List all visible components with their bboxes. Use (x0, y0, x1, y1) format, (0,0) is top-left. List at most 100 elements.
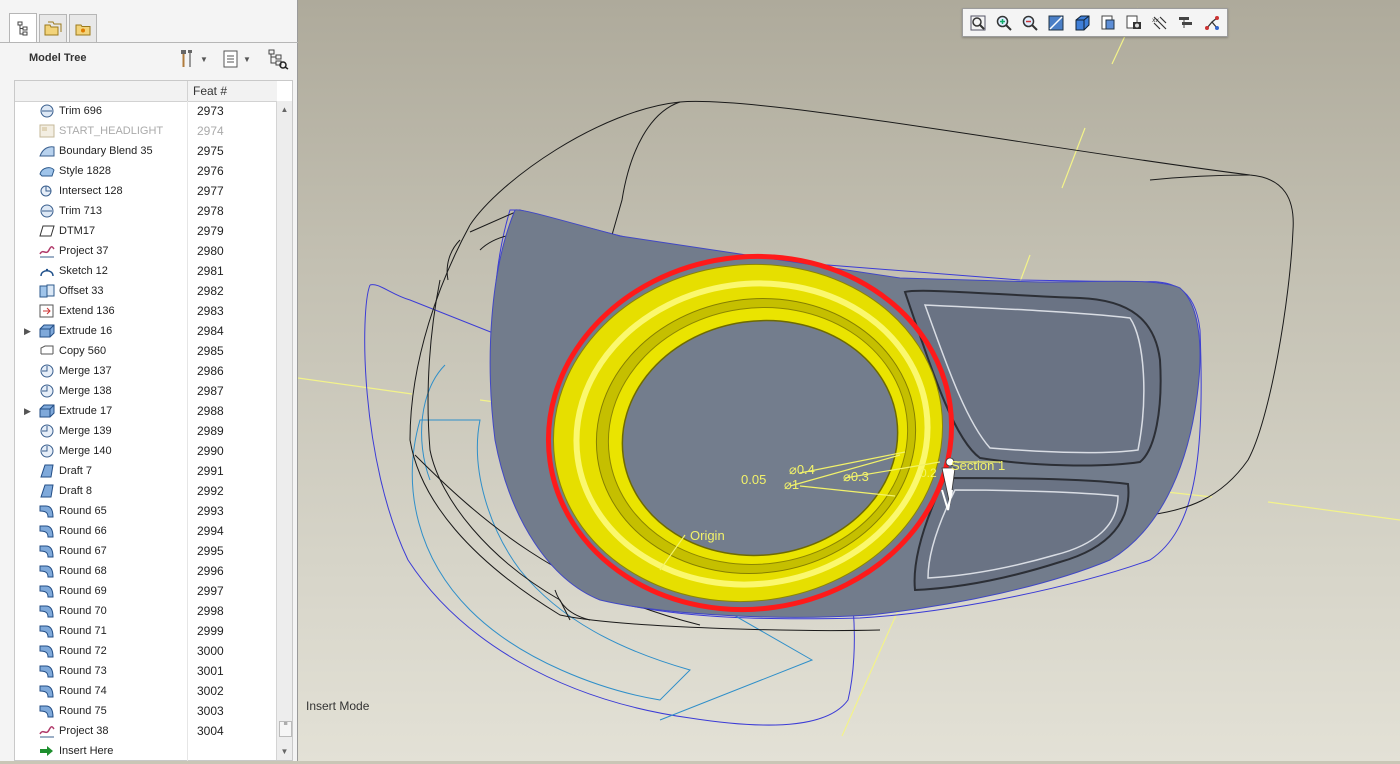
model-tree: Feat # Trim 696 2973 START_HEADLIGHT 2974 Bo… (14, 80, 293, 761)
dimension-label[interactable]: 0.05 (741, 472, 766, 487)
tree-row[interactable]: ▶ Extrude 16 2984 (15, 321, 277, 341)
tab-folder-browser[interactable] (39, 14, 67, 42)
tree-row[interactable]: Merge 138 2987 (15, 381, 277, 401)
feature-name: Merge 137 (59, 365, 112, 377)
saved-orientations-button[interactable] (1096, 12, 1120, 34)
sketch-icon (39, 264, 55, 278)
tree-row[interactable]: Round 65 2993 (15, 501, 277, 521)
feature-number: 2995 (197, 544, 224, 558)
scroll-down-icon[interactable]: ▼ (279, 746, 290, 757)
round-icon (39, 644, 55, 658)
tree-row[interactable]: Intersect 128 2977 (15, 181, 277, 201)
tree-row[interactable]: Round 69 2997 (15, 581, 277, 601)
zoom-out-button[interactable] (1018, 12, 1042, 34)
feature-name: Intersect 128 (59, 185, 123, 197)
tree-filters-button[interactable] (266, 48, 290, 70)
tree-row[interactable]: Project 38 3004 (15, 721, 277, 741)
feature-number: 2977 (197, 184, 224, 198)
feature-number: 2976 (197, 164, 224, 178)
tree-row[interactable]: Round 73 3001 (15, 661, 277, 681)
dimension-label[interactable]: 0.2 (920, 466, 937, 480)
tree-row[interactable]: Merge 137 2986 (15, 361, 277, 381)
feature-name: Project 38 (59, 725, 109, 737)
feature-name: Extend 136 (59, 305, 115, 317)
tree-row[interactable]: Offset 33 2982 (15, 281, 277, 301)
tree-row[interactable]: Style 1828 2976 (15, 161, 277, 181)
tree-row[interactable]: Trim 713 2978 (15, 201, 277, 221)
project-icon (39, 724, 55, 738)
tree-row[interactable]: Round 74 3002 (15, 681, 277, 701)
feature-number: 2979 (197, 224, 224, 238)
tree-row[interactable]: Copy 560 2985 (15, 341, 277, 361)
round-icon (39, 504, 55, 518)
expand-arrow-icon[interactable]: ▶ (24, 321, 31, 341)
show-dropdown[interactable]: ▼ (222, 48, 251, 70)
tree-row[interactable]: Round 75 3003 (15, 701, 277, 721)
origin-label[interactable]: Origin (690, 528, 725, 543)
graphics-viewport[interactable]: Section 1 Origin 0.05 ⌀0.4 ⌀1 ⌀0.3 0.2 x… (298, 0, 1400, 761)
model-tree-icon (17, 21, 28, 35)
tree-row[interactable]: Round 70 2998 (15, 601, 277, 621)
extrude-icon (39, 324, 55, 338)
refit-button[interactable] (966, 12, 990, 34)
tree-row[interactable]: Project 37 2980 (15, 241, 277, 261)
feature-number: 2978 (197, 204, 224, 218)
tree-row[interactable]: ▶ Extrude 17 2988 (15, 401, 277, 421)
model-tree-title: Model Tree (29, 52, 87, 64)
tree-row[interactable]: Round 67 2995 (15, 541, 277, 561)
refit-icon (970, 15, 986, 30)
scroll-grip-icon[interactable]: ≡ (279, 721, 292, 737)
offset-icon (39, 284, 55, 298)
repaint-button[interactable] (1044, 12, 1068, 34)
zoom-in-button[interactable] (992, 12, 1016, 34)
expand-arrow-icon[interactable]: ▶ (24, 401, 31, 421)
column-header: Feat # (15, 81, 277, 102)
datum-display-button[interactable]: xx (1148, 12, 1172, 34)
round-icon (39, 704, 55, 718)
tree-row[interactable]: Round 71 2999 (15, 621, 277, 641)
intersect-icon (39, 184, 55, 198)
trim-icon (39, 204, 55, 218)
scroll-up-icon[interactable]: ▲ (279, 104, 290, 115)
feature-number: 2983 (197, 304, 224, 318)
view-manager-button[interactable] (1122, 12, 1146, 34)
tab-favorites[interactable] (69, 14, 97, 42)
tree-row[interactable]: Round 66 2994 (15, 521, 277, 541)
annotation-display-button[interactable] (1174, 12, 1198, 34)
feature-number: 2975 (197, 144, 224, 158)
merge-icon (39, 364, 55, 378)
tree-row[interactable]: Trim 696 2973 (15, 101, 277, 121)
layout-icon (39, 124, 55, 138)
tree-row[interactable]: Round 68 2996 (15, 561, 277, 581)
dimension-label[interactable]: ⌀1 (784, 477, 799, 493)
vertical-scrollbar[interactable]: ▲ ≡ ▼ (276, 101, 292, 760)
tree-row[interactable]: Sketch 12 2981 (15, 261, 277, 281)
tree-row[interactable]: Round 72 3000 (15, 641, 277, 661)
tree-row[interactable]: Insert Here (15, 741, 277, 761)
dimension-label[interactable]: ⌀0.4 (789, 462, 815, 478)
dimension-label[interactable]: ⌀0.3 (843, 469, 869, 485)
spin-center-button[interactable] (1200, 12, 1224, 34)
view-manager-icon (1126, 15, 1141, 29)
section-label[interactable]: Section 1 (951, 458, 1005, 473)
tree-row[interactable]: Boundary Blend 35 2975 (15, 141, 277, 161)
tab-model-tree[interactable] (9, 13, 37, 43)
feature-name: Round 70 (59, 605, 107, 617)
feature-number: 2990 (197, 444, 224, 458)
tree-row[interactable]: Draft 8 2992 (15, 481, 277, 501)
tree-row[interactable]: Draft 7 2991 (15, 461, 277, 481)
display-style-button[interactable] (1070, 12, 1094, 34)
display-style-icon (1075, 15, 1090, 30)
model-scene[interactable] (298, 0, 1400, 761)
feature-name: Round 65 (59, 505, 107, 517)
tree-row[interactable]: Merge 139 2989 (15, 421, 277, 441)
tree-row[interactable]: Merge 140 2990 (15, 441, 277, 461)
tree-row[interactable]: START_HEADLIGHT 2974 (15, 121, 277, 141)
feature-name: Extrude 16 (59, 325, 113, 337)
tree-row[interactable]: Extend 136 2983 (15, 301, 277, 321)
feature-name: Merge 140 (59, 445, 112, 457)
settings-dropdown[interactable]: ▼ (179, 48, 208, 70)
tree-row[interactable]: DTM17 2979 (15, 221, 277, 241)
feat-number-header[interactable]: Feat # (193, 84, 227, 98)
feature-name: Round 71 (59, 625, 107, 637)
